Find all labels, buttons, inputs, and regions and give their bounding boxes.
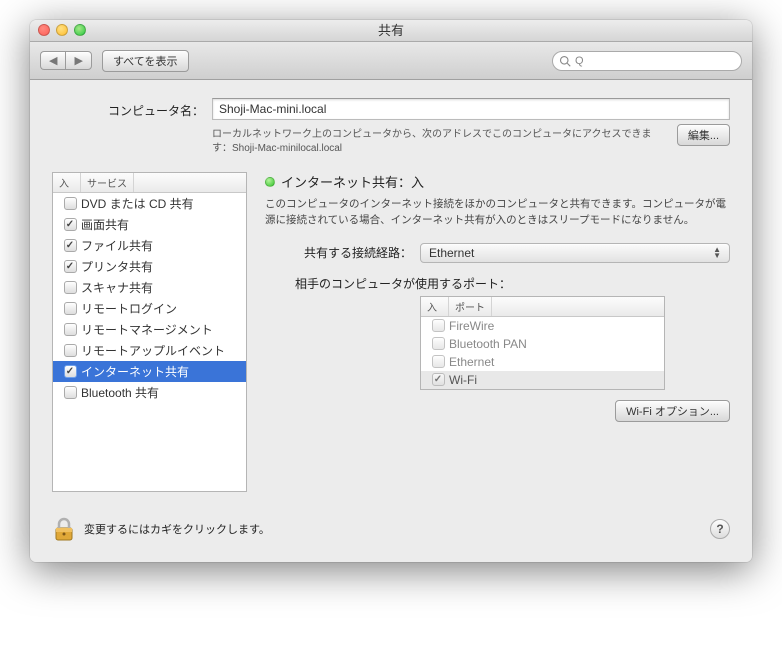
port-row[interactable]: Ethernet: [421, 353, 664, 371]
service-checkbox[interactable]: [64, 386, 77, 399]
service-checkbox[interactable]: [64, 239, 77, 252]
toolbar: ◀ ▶ すべてを表示 Q: [30, 42, 752, 80]
status-text: インターネット共有：入: [281, 172, 424, 191]
service-row[interactable]: Bluetooth 共有: [53, 382, 246, 403]
select-arrows-icon: ▲▼: [713, 247, 721, 258]
service-label: インターネット共有: [81, 363, 189, 380]
computer-name-desc: ローカルネットワーク上のコンピュータから、次のアドレスでこのコンピュータにアクセ…: [212, 128, 669, 156]
port-checkbox[interactable]: [432, 373, 445, 386]
port-row[interactable]: Wi-Fi: [421, 371, 664, 389]
service-row[interactable]: DVD または CD 共有: [53, 193, 246, 214]
forward-button[interactable]: ▶: [65, 51, 91, 70]
zoom-icon[interactable]: [74, 24, 86, 36]
service-label: DVD または CD 共有: [81, 195, 194, 212]
close-icon[interactable]: [38, 24, 50, 36]
service-label: リモートアップルイベント: [81, 342, 225, 359]
port-checkbox[interactable]: [432, 355, 445, 368]
port-label: Bluetooth PAN: [449, 337, 527, 351]
edit-button[interactable]: 編集...: [677, 124, 730, 146]
service-label: プリンタ共有: [81, 258, 153, 275]
ports-hdr-port: ポート: [449, 297, 492, 316]
service-checkbox[interactable]: [64, 260, 77, 273]
ports-list: 入 ポート FireWire Bluetooth PAN Ethernet Wi-Fi: [420, 296, 665, 390]
service-row[interactable]: リモートマネージメント: [53, 319, 246, 340]
service-checkbox[interactable]: [64, 281, 77, 294]
wifi-options-button[interactable]: Wi-Fi オプション...: [615, 400, 730, 422]
service-label: スキャナ共有: [81, 279, 153, 296]
help-button[interactable]: ?: [710, 519, 730, 539]
service-checkbox[interactable]: [64, 365, 77, 378]
show-all-button[interactable]: すべてを表示: [102, 50, 189, 72]
status-desc: このコンピュータのインターネット接続をほかのコンピュータと共有できます。コンピュ…: [265, 197, 730, 229]
service-label: リモートマネージメント: [81, 321, 213, 338]
service-row[interactable]: インターネット共有: [53, 361, 246, 382]
services-hdr-on: 入: [53, 173, 81, 192]
services-list: 入 サービス DVD または CD 共有画面共有ファイル共有プリンタ共有スキャナ…: [52, 172, 247, 492]
service-label: 画面共有: [81, 216, 129, 233]
service-checkbox[interactable]: [64, 323, 77, 336]
service-checkbox[interactable]: [64, 302, 77, 315]
service-row[interactable]: リモートログイン: [53, 298, 246, 319]
ports-label: 相手のコンピュータが使用するポート：: [265, 275, 519, 292]
status-led-icon: [265, 177, 275, 187]
service-label: リモートログイン: [81, 300, 177, 317]
computer-name-label: コンピュータ名：: [52, 98, 212, 119]
service-row[interactable]: リモートアップルイベント: [53, 340, 246, 361]
services-hdr-service: サービス: [81, 173, 134, 192]
computer-name-field[interactable]: [212, 98, 730, 120]
share-from-select[interactable]: Ethernet ▲▼: [420, 243, 730, 263]
port-row[interactable]: FireWire: [421, 317, 664, 335]
service-checkbox[interactable]: [64, 344, 77, 357]
window-title: 共有: [378, 23, 404, 38]
port-checkbox[interactable]: [432, 337, 445, 350]
service-checkbox[interactable]: [64, 218, 77, 231]
service-row[interactable]: ファイル共有: [53, 235, 246, 256]
ports-hdr-on: 入: [421, 297, 449, 316]
service-row[interactable]: 画面共有: [53, 214, 246, 235]
share-from-label: 共有する接続経路：: [265, 244, 420, 261]
service-label: Bluetooth 共有: [81, 384, 159, 401]
service-row[interactable]: プリンタ共有: [53, 256, 246, 277]
service-checkbox[interactable]: [64, 197, 77, 210]
port-label: Wi-Fi: [449, 373, 477, 387]
back-button[interactable]: ◀: [40, 51, 65, 70]
search-input[interactable]: Q: [552, 51, 742, 71]
port-row[interactable]: Bluetooth PAN: [421, 335, 664, 353]
port-label: FireWire: [449, 319, 494, 333]
service-row[interactable]: スキャナ共有: [53, 277, 246, 298]
lock-icon[interactable]: [52, 516, 76, 542]
port-checkbox[interactable]: [432, 319, 445, 332]
port-label: Ethernet: [449, 355, 494, 369]
service-label: ファイル共有: [81, 237, 153, 254]
search-icon: [559, 55, 571, 67]
titlebar: 共有: [30, 20, 752, 42]
minimize-icon[interactable]: [56, 24, 68, 36]
lock-text: 変更するにはカギをクリックします。: [84, 521, 270, 537]
